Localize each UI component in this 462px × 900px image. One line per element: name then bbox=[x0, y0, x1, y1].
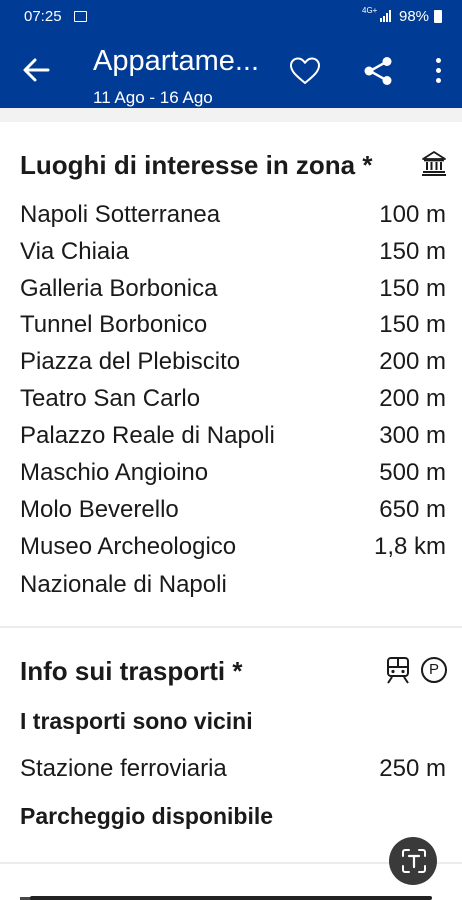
section-divider bbox=[0, 626, 462, 628]
place-distance: 650 m bbox=[379, 496, 446, 523]
place-distance: 300 m bbox=[379, 422, 446, 449]
place-distance: 1,8 km bbox=[373, 533, 446, 560]
status-time: 07:25 bbox=[24, 8, 62, 25]
place-row: Tunnel Borbonico 150 m bbox=[20, 310, 446, 340]
place-name: Tunnel Borbonico bbox=[20, 311, 208, 338]
place-name: Palazzo Reale di Napoli bbox=[20, 422, 275, 449]
place-row: Museo Archeologico 1,8 km bbox=[20, 532, 446, 562]
place-name: Via Chiaia bbox=[20, 238, 129, 265]
place-row: Teatro San Carlo 200 m bbox=[20, 384, 446, 414]
status-bar: 07:25 4G+ 98% bbox=[0, 0, 462, 34]
more-vert-icon[interactable] bbox=[430, 58, 446, 84]
place-distance: 150 m bbox=[379, 311, 446, 338]
place-distance: 150 m bbox=[379, 238, 446, 265]
image-notification-icon bbox=[74, 11, 87, 22]
place-name: Napoli Sotterranea bbox=[20, 201, 221, 228]
signal-icon bbox=[380, 10, 393, 22]
place-row: Galleria Borbonica 150 m bbox=[20, 274, 446, 304]
app-bar: 07:25 4G+ 98% Appartame... 11 Ago - 16 A… bbox=[0, 0, 462, 108]
place-distance: 100 m bbox=[379, 201, 446, 228]
place-distance: 500 m bbox=[379, 459, 446, 486]
station-name: Stazione ferroviaria bbox=[20, 755, 227, 782]
place-name: Galleria Borbonica bbox=[20, 275, 218, 302]
place-distance: 200 m bbox=[379, 348, 446, 375]
battery-icon bbox=[434, 10, 442, 23]
arrow-back-icon[interactable] bbox=[22, 56, 50, 84]
section-separator bbox=[0, 108, 462, 122]
place-distance: 200 m bbox=[379, 385, 446, 412]
place-row: Maschio Angioino 500 m bbox=[20, 458, 446, 488]
transport-heading: Info sui trasporti * bbox=[20, 656, 243, 686]
place-row: Palazzo Reale di Napoli 300 m bbox=[20, 421, 446, 451]
transport-nearby-label: I trasporti sono vicini bbox=[20, 708, 253, 734]
share-icon[interactable] bbox=[363, 56, 393, 86]
place-row-continued: Nazionale di Napoli bbox=[20, 570, 446, 600]
place-row: Napoli Sotterranea 100 m bbox=[20, 200, 446, 230]
place-name: Nazionale di Napoli bbox=[20, 571, 227, 598]
place-name: Teatro San Carlo bbox=[20, 385, 201, 412]
place-name: Molo Beverello bbox=[20, 496, 179, 523]
place-name: Piazza del Plebiscito bbox=[20, 348, 241, 375]
stay-dates: 11 Ago - 16 Ago bbox=[93, 88, 213, 107]
station-distance: 250 m bbox=[379, 755, 446, 782]
heart-icon[interactable] bbox=[289, 56, 321, 86]
place-distance: 150 m bbox=[379, 275, 446, 302]
place-row: Molo Beverello 650 m bbox=[20, 495, 446, 525]
museum-icon bbox=[422, 151, 446, 176]
parking-label: Parcheggio disponibile bbox=[20, 803, 274, 829]
gesture-bar bbox=[30, 896, 432, 900]
text-scan-icon[interactable] bbox=[401, 848, 427, 874]
battery-percent: 98% bbox=[399, 8, 430, 25]
network-type: 4G+ bbox=[362, 6, 378, 15]
transport-row: Stazione ferroviaria 250 m bbox=[20, 754, 446, 784]
place-row: Piazza del Plebiscito 200 m bbox=[20, 347, 446, 377]
place-name: Museo Archeologico bbox=[20, 533, 237, 560]
place-row: Via Chiaia 150 m bbox=[20, 237, 446, 267]
train-icon bbox=[387, 657, 409, 684]
nearby-heading: Luoghi di interesse in zona * bbox=[20, 150, 373, 180]
page-title: Appartame... bbox=[93, 45, 260, 77]
parking-icon: P bbox=[421, 657, 447, 683]
place-name: Maschio Angioino bbox=[20, 459, 209, 486]
